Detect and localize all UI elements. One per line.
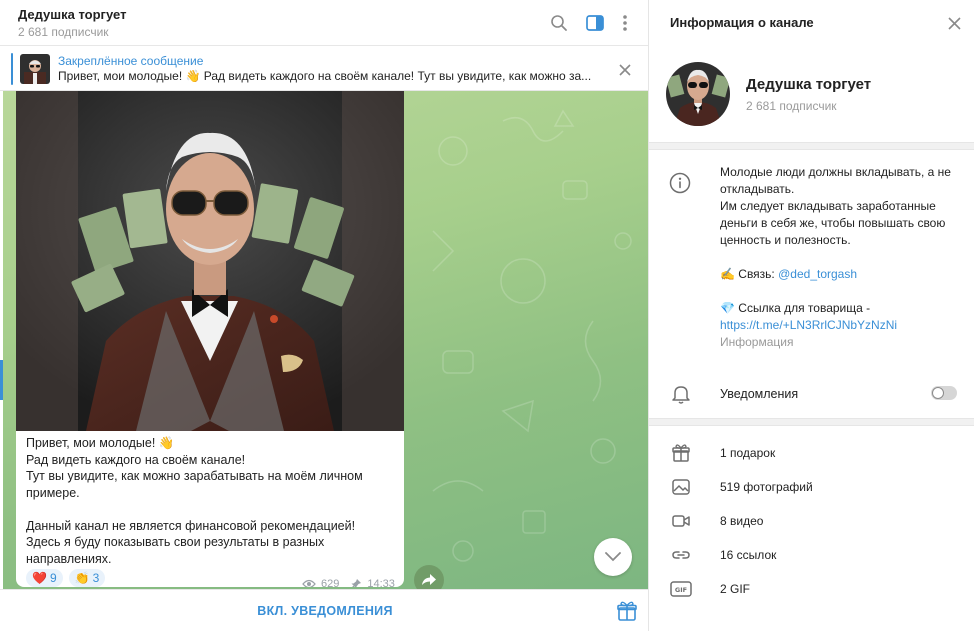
- contact-line: ✍️ Связь: @ded_torgash: [720, 266, 960, 283]
- gift-icon[interactable]: [616, 600, 638, 622]
- pinned-text: Привет, мои молодые! 👋 Рад видеть каждог…: [58, 69, 592, 83]
- heart-emoji: ❤️: [32, 571, 47, 585]
- chat-header[interactable]: Дедушка торгует 2 681 подписчик: [0, 0, 648, 46]
- pinned-indicator: [11, 53, 13, 85]
- scroll-indicator: [0, 360, 3, 400]
- channel-subscribers: 2 681 подписчик: [746, 99, 837, 113]
- media-row-videos[interactable]: 8 видео: [649, 505, 974, 537]
- post-line: Здесь я буду показывать свои результаты …: [26, 535, 325, 566]
- info-icon: [669, 172, 691, 194]
- photo-icon: [670, 476, 692, 498]
- sidebar-toggle-icon[interactable]: [584, 12, 606, 34]
- reaction-heart[interactable]: ❤️ 9: [26, 569, 63, 587]
- media-label: 8 видео: [720, 514, 764, 528]
- media-row-photos[interactable]: 519 фотографий: [649, 471, 974, 503]
- video-icon: [670, 510, 692, 532]
- friend-link-label: 💎 Ссылка для товарища -: [720, 301, 871, 315]
- chat-pane: Дедушка торгует 2 681 подписчик Закреплё…: [0, 0, 648, 631]
- chevron-down-icon: [605, 552, 621, 562]
- bell-icon: [670, 383, 692, 405]
- contact-prefix: ✍️ Связь:: [720, 267, 779, 281]
- link-icon: [670, 544, 692, 566]
- views-count: 629: [321, 578, 340, 587]
- channel-description: Молодые люди должны вкладывать, а не отк…: [720, 164, 960, 351]
- notifications-row[interactable]: Уведомления: [649, 378, 974, 410]
- description-line: Им следует вкладывать заработанные деньг…: [720, 199, 946, 247]
- media-row-gifts[interactable]: 1 подарок: [649, 437, 974, 469]
- post-photo[interactable]: [16, 91, 404, 431]
- notifications-label: Уведомления: [720, 387, 799, 401]
- avatar[interactable]: [666, 62, 730, 126]
- media-row-links[interactable]: 16 ссылок: [649, 539, 974, 571]
- pinned-title: Закреплённое сообщение: [58, 54, 204, 68]
- media-label: 519 фотографий: [720, 480, 813, 494]
- clap-emoji: 👏: [74, 571, 90, 585]
- more-menu-icon[interactable]: [614, 12, 636, 34]
- share-icon: [422, 574, 436, 585]
- reaction-count: 9: [49, 571, 57, 585]
- description-caption: Информация: [720, 335, 794, 349]
- post-meta: 629 14:33: [302, 578, 395, 587]
- post-line: Рад видеть каждого на своём канале!: [26, 452, 246, 467]
- post-text: Привет, мои молодые! 👋 Рад видеть каждог…: [26, 435, 396, 567]
- description-line: Молодые люди должны вкладывать, а не отк…: [720, 165, 951, 196]
- chat-subscribers: 2 681 подписчик: [18, 25, 109, 39]
- reaction-clap[interactable]: 👏 3: [68, 569, 106, 587]
- section-divider: [649, 142, 974, 150]
- bottom-bar: ВКЛ. УВЕДОМЛЕНИЯ: [0, 589, 648, 631]
- post-line: [26, 501, 396, 518]
- svg-text:GIF: GIF: [675, 586, 687, 594]
- enable-notifications-button[interactable]: ВКЛ. УВЕДОМЛЕНИЯ: [225, 604, 425, 618]
- close-icon[interactable]: [943, 12, 965, 34]
- pinned-message-bar[interactable]: Закреплённое сообщение Привет, мои молод…: [0, 47, 648, 91]
- invite-link[interactable]: https://t.me/+LN3RrlCJNbYzNzNi: [720, 318, 897, 332]
- media-label: 2 GIF: [720, 582, 751, 596]
- channel-name: Дедушка торгует: [746, 76, 872, 93]
- pinned-thumbnail: [20, 54, 50, 84]
- gift-icon: [670, 442, 692, 464]
- post-line: Данный канал не является финансовой реко…: [26, 518, 356, 533]
- contact-link[interactable]: @ded_torgash: [778, 267, 857, 281]
- section-divider: [649, 418, 974, 426]
- media-label: 1 подарок: [720, 446, 776, 460]
- reactions: ❤️ 9 👏 3: [26, 569, 106, 587]
- channel-post[interactable]: Привет, мои молодые! 👋 Рад видеть каждог…: [16, 91, 404, 587]
- channel-info-panel: Информация о канале Дедушка торгует 2 68…: [648, 0, 974, 631]
- toggle-knob: [932, 387, 944, 399]
- post-line: Тут вы увидите, как можно зарабатывать н…: [26, 469, 363, 500]
- chat-title[interactable]: Дедушка торгует: [18, 7, 126, 22]
- pin-icon: [351, 579, 362, 587]
- info-panel-title: Информация о канале: [670, 15, 814, 30]
- gif-icon: GIF: [670, 578, 692, 600]
- media-row-gifs[interactable]: GIF 2 GIF: [649, 573, 974, 605]
- post-time: 14:33: [367, 578, 395, 587]
- media-label: 16 ссылок: [720, 548, 777, 562]
- close-icon[interactable]: [616, 61, 634, 79]
- post-line: Привет, мои молодые! 👋: [26, 436, 175, 450]
- eye-icon: [302, 579, 316, 587]
- reaction-count: 3: [92, 571, 100, 585]
- scroll-down-button[interactable]: [594, 538, 632, 576]
- search-icon[interactable]: [548, 12, 570, 34]
- notifications-toggle[interactable]: [931, 386, 957, 400]
